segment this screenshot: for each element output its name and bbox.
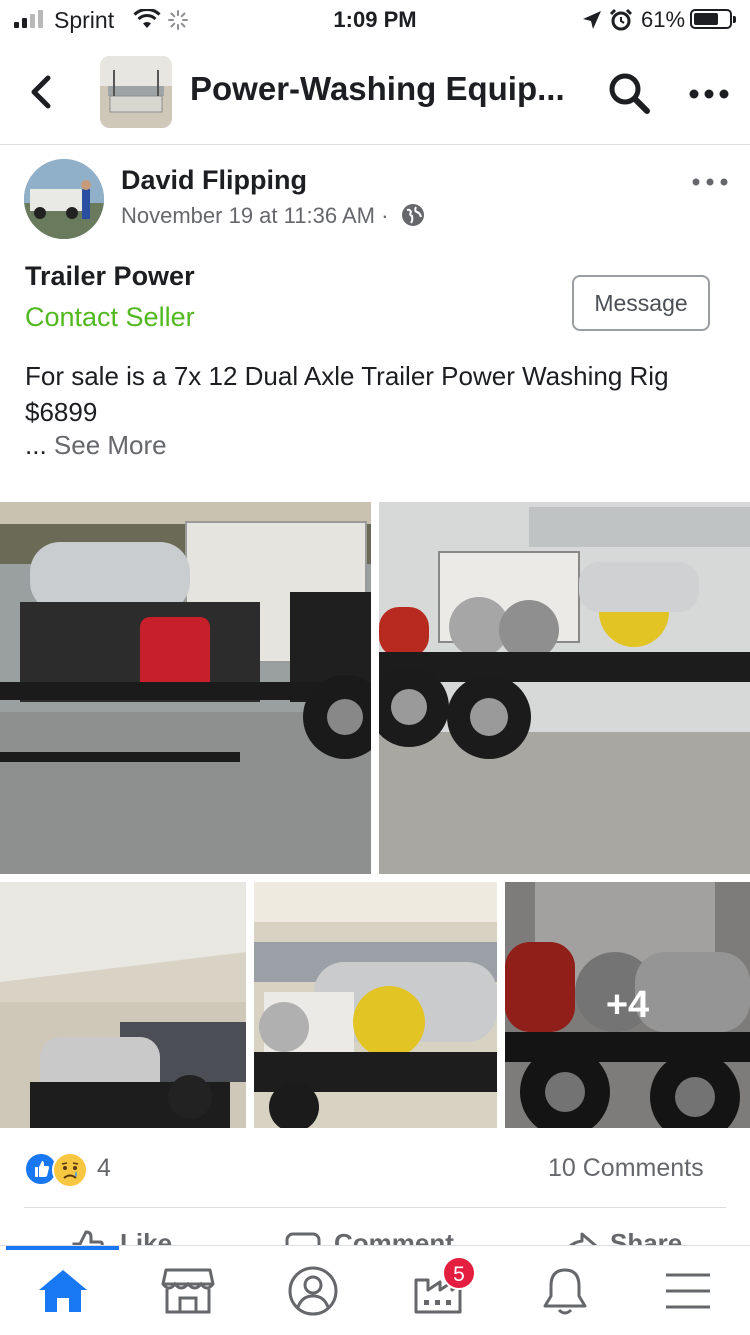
home-icon[interactable] bbox=[35, 1266, 91, 1316]
trailer-thumbnail-image bbox=[100, 56, 172, 128]
profile-icon[interactable] bbox=[285, 1266, 341, 1316]
avatar-photo bbox=[24, 159, 104, 239]
message-button[interactable]: Message bbox=[572, 275, 710, 331]
post-photo-4[interactable] bbox=[254, 882, 497, 1128]
share-button[interactable]: Share bbox=[610, 1228, 682, 1246]
trailer-photo-1 bbox=[0, 502, 371, 874]
post-options-icon[interactable] bbox=[690, 172, 730, 192]
notifications-bell-icon[interactable] bbox=[537, 1266, 593, 1316]
menu-icon[interactable] bbox=[660, 1266, 716, 1316]
trailer-photo-2 bbox=[379, 502, 750, 874]
contact-seller-link[interactable]: Contact Seller bbox=[25, 302, 195, 333]
post-photo-1[interactable] bbox=[0, 502, 371, 874]
battery-icon bbox=[690, 9, 736, 29]
post-photo-3[interactable] bbox=[0, 882, 246, 1128]
more-options-icon[interactable] bbox=[686, 74, 732, 114]
timestamp-text: November 19 at 11:36 AM · bbox=[121, 203, 389, 228]
group-title[interactable]: Power-Washing Equip... bbox=[190, 70, 590, 108]
like-button[interactable]: Like bbox=[120, 1228, 172, 1246]
more-photos-count: +4 bbox=[505, 882, 750, 1128]
clock: 1:09 PM bbox=[333, 7, 417, 32]
notification-badge: 5 bbox=[442, 1256, 476, 1290]
status-bar: Sprint 1:09 PM 61% bbox=[0, 0, 750, 40]
garage-photo-2 bbox=[254, 882, 497, 1128]
sad-reaction-icon bbox=[52, 1152, 88, 1188]
comment-button[interactable]: Comment bbox=[334, 1228, 454, 1246]
share-icon[interactable] bbox=[562, 1230, 598, 1246]
post-description: For sale is a 7x 12 Dual Axle Trailer Po… bbox=[25, 361, 669, 427]
garage-photo-1 bbox=[0, 882, 246, 1128]
comment-icon[interactable] bbox=[285, 1232, 321, 1246]
listing-title: Trailer Power bbox=[25, 261, 195, 291]
bottom-tab-bar: 5 bbox=[0, 1245, 750, 1335]
like-icon[interactable] bbox=[70, 1228, 106, 1246]
active-tab-indicator bbox=[6, 1246, 119, 1250]
search-icon[interactable] bbox=[606, 70, 652, 116]
back-chevron-icon[interactable] bbox=[22, 72, 62, 112]
post-actions: Like Comment Share bbox=[0, 1220, 750, 1246]
group-thumbnail[interactable] bbox=[100, 56, 172, 128]
battery-percent: 61% bbox=[641, 7, 686, 32]
post-photo-2[interactable] bbox=[379, 502, 750, 874]
divider bbox=[24, 1207, 726, 1208]
alarm-icon bbox=[609, 8, 633, 31]
author-name[interactable]: David Flipping bbox=[121, 165, 307, 196]
marketplace-icon[interactable] bbox=[160, 1266, 216, 1316]
see-more-link[interactable]: ... See More bbox=[25, 430, 167, 461]
comments-count[interactable]: 10 Comments bbox=[548, 1154, 704, 1183]
reaction-count: 4 bbox=[97, 1154, 111, 1182]
location-arrow-icon bbox=[583, 11, 601, 29]
post-timestamp[interactable]: November 19 at 11:36 AM · bbox=[121, 203, 425, 229]
group-header: Power-Washing Equip... bbox=[0, 44, 750, 145]
author-avatar[interactable] bbox=[24, 159, 104, 239]
globe-icon bbox=[401, 204, 424, 226]
post-photo-5[interactable]: +4 bbox=[505, 882, 750, 1128]
see-more-label: See More bbox=[53, 430, 167, 460]
ellipsis: ... bbox=[25, 430, 47, 460]
